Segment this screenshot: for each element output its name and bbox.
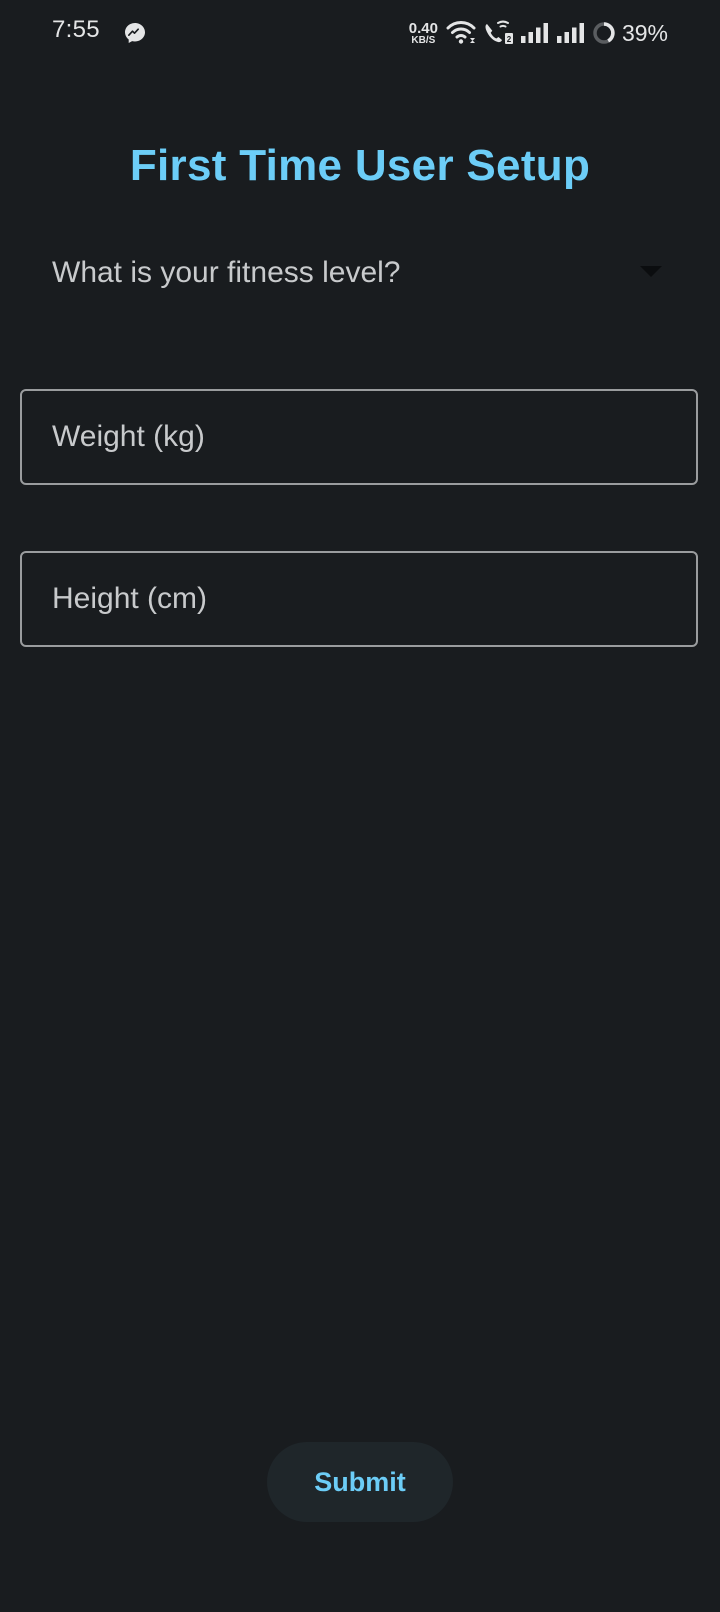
status-bar: 7:55 0.40 KB/S 2 39% [0,0,720,66]
status-icons: 0.40 KB/S 2 39% [409,16,668,50]
height-field-container [20,551,698,647]
wifi-icon [446,21,476,44]
dropdown-arrow-icon [640,266,662,277]
battery-percentage: 39% [621,19,668,46]
svg-text:2: 2 [507,35,512,44]
wifi-calling-icon: 2 [485,20,513,44]
battery-icon [593,22,615,44]
weight-field[interactable] [22,391,696,483]
height-field[interactable] [22,553,696,645]
signal-icon [556,23,584,43]
messenger-icon [125,23,145,43]
weight-field-container [20,389,698,485]
fitness-level-placeholder: What is your fitness level? [52,256,401,289]
fitness-level-dropdown[interactable]: What is your fitness level? [20,236,700,316]
submit-button[interactable]: Submit [267,1442,453,1522]
network-speed: 0.40 KB/S [408,19,438,46]
page-title: First Time User Setup [129,141,591,191]
signal-icon [520,23,548,43]
status-time: 7:55 [52,16,100,43]
